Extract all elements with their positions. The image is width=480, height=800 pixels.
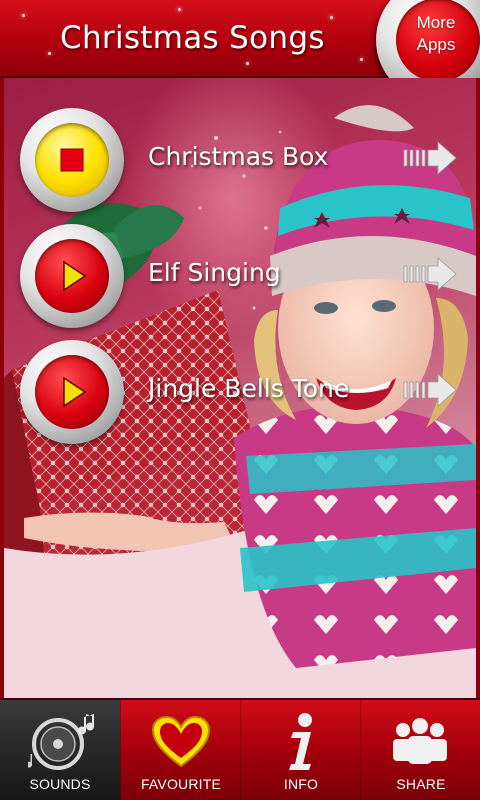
people-icon bbox=[393, 718, 447, 764]
app-header: Christmas Songs More Apps bbox=[0, 0, 480, 102]
sound-title: Jingle Bells Tone bbox=[148, 374, 350, 403]
play-icon bbox=[63, 260, 87, 292]
sparkle-decoration bbox=[22, 14, 25, 17]
sparkle-decoration bbox=[48, 52, 51, 55]
arrow-right-icon[interactable] bbox=[402, 140, 458, 176]
sparkle-decoration bbox=[330, 16, 333, 19]
sound-title: Elf Singing bbox=[148, 258, 281, 287]
play-icon bbox=[63, 376, 87, 408]
sparkle-decoration bbox=[360, 58, 363, 61]
tab-label: SOUNDS bbox=[29, 776, 91, 792]
more-apps-label: More Apps bbox=[416, 13, 456, 54]
sound-title: Christmas Box bbox=[148, 142, 329, 171]
page-title: Christmas Songs bbox=[60, 20, 325, 56]
tab-share[interactable]: SHARE bbox=[360, 700, 480, 800]
sound-row[interactable]: Christmas Box bbox=[20, 108, 460, 212]
sound-play-button[interactable] bbox=[20, 224, 124, 328]
tab-label: FAVOURITE bbox=[140, 776, 222, 792]
sound-stop-button[interactable] bbox=[20, 108, 124, 212]
tab-sounds[interactable]: SOUNDS bbox=[0, 700, 120, 800]
tab-label: SHARE bbox=[396, 776, 446, 792]
tab-info[interactable]: INFO bbox=[240, 700, 360, 800]
bottom-tab-bar: SOUNDS FAVOURITE INFO SHARE bbox=[0, 698, 480, 800]
tab-favourite[interactable]: FAVOURITE bbox=[120, 700, 240, 800]
tab-label: INFO bbox=[283, 776, 319, 792]
arrow-right-icon[interactable] bbox=[402, 256, 458, 292]
heart-icon bbox=[151, 715, 211, 768]
stop-icon bbox=[60, 148, 84, 172]
info-icon bbox=[289, 713, 312, 770]
sound-row[interactable]: Elf Singing bbox=[20, 224, 460, 328]
sparkle-decoration bbox=[246, 62, 249, 65]
music-disc-icon bbox=[28, 714, 95, 770]
arrow-right-icon[interactable] bbox=[402, 372, 458, 408]
sound-list-panel: Christmas Box Elf Singing Jingle Bells T… bbox=[0, 78, 480, 698]
sparkle-decoration bbox=[178, 8, 181, 11]
sound-play-button[interactable] bbox=[20, 340, 124, 444]
sound-row[interactable]: Jingle Bells Tone bbox=[20, 340, 460, 444]
